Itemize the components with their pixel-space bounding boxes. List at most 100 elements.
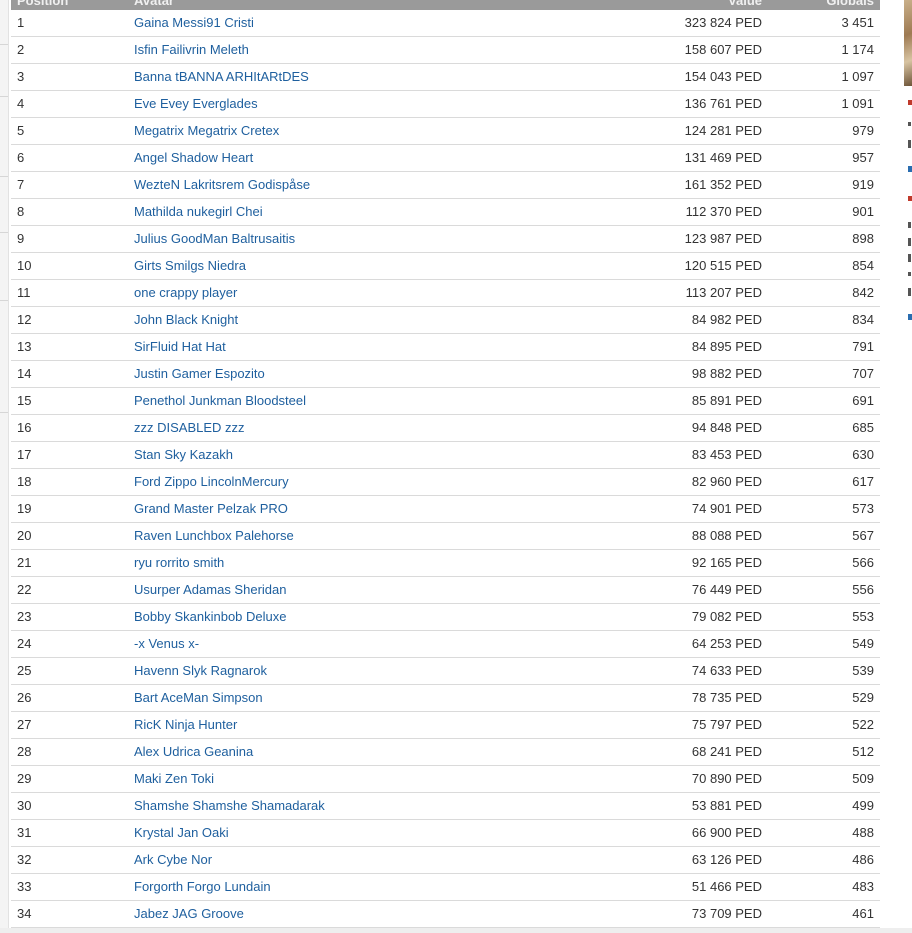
table-row: 27 RicK Ninja Hunter 75 797 PED 522 — [11, 712, 880, 739]
left-divider — [0, 300, 8, 301]
avatar-link[interactable]: Maki Zen Toki — [134, 771, 214, 786]
avatar-link[interactable]: Krystal Jan Oaki — [134, 825, 229, 840]
avatar-link[interactable]: Grand Master Pelzak PRO — [134, 501, 288, 516]
avatar-link[interactable]: Shamshe Shamshe Shamadarak — [134, 798, 325, 813]
table-row: 14 Justin Gamer Espozito 98 882 PED 707 — [11, 361, 880, 388]
avatar-link[interactable]: Justin Gamer Espozito — [134, 366, 265, 381]
header-value[interactable]: Value — [728, 0, 762, 8]
avatar-link[interactable]: Forgorth Forgo Lundain — [134, 879, 271, 894]
value-cell: 88 088 PED — [691, 528, 762, 543]
value-cell: 113 207 PED — [685, 285, 762, 300]
avatar-link[interactable]: ryu rorrito smith — [134, 555, 224, 570]
table-row: 26 Bart AceMan Simpson 78 735 PED 529 — [11, 685, 880, 712]
table-row: 13 SirFluid Hat Hat 84 895 PED 791 — [11, 334, 880, 361]
header-avatar[interactable]: Avatar — [134, 0, 174, 8]
avatar-link[interactable]: Julius GoodMan Baltrusaitis — [134, 231, 295, 246]
avatar-link[interactable]: Girts Smilgs Niedra — [134, 258, 246, 273]
globals-cell: 898 — [852, 231, 874, 246]
sidebar-link-fragment[interactable] — [908, 166, 912, 172]
avatar-link[interactable]: Raven Lunchbox Palehorse — [134, 528, 294, 543]
table-row: 18 Ford Zippo LincolnMercury 82 960 PED 617 — [11, 469, 880, 496]
value-cell: 63 126 PED — [691, 852, 762, 867]
position-cell: 6 — [17, 150, 25, 165]
avatar-link[interactable]: SirFluid Hat Hat — [134, 339, 226, 354]
header-globals[interactable]: Globals — [826, 0, 874, 8]
position-cell: 8 — [17, 204, 25, 219]
avatar-link[interactable]: Bobby Skankinbob Deluxe — [134, 609, 287, 624]
sidebar-link-fragment[interactable] — [908, 314, 912, 320]
avatar-link[interactable]: Banna tBANNA ARHItARtDES — [134, 69, 309, 84]
globals-cell: 461 — [852, 906, 874, 921]
value-cell: 158 607 PED — [684, 42, 762, 57]
table-row: 15 Penethol Junkman Bloodsteel 85 891 PED 6… — [11, 388, 880, 415]
table-row: 21 ryu rorrito smith 92 165 PED 566 — [11, 550, 880, 577]
avatar-link[interactable]: one crappy player — [134, 285, 237, 300]
avatar-link[interactable]: Usurper Adamas Sheridan — [134, 582, 286, 597]
table-row: 25 Havenn Slyk Ragnarok 74 633 PED 539 — [11, 658, 880, 685]
avatar-link[interactable]: Ark Cybe Nor — [134, 852, 212, 867]
table-row: 11 one crappy player 113 207 PED 842 — [11, 280, 880, 307]
avatar-link[interactable]: Angel Shadow Heart — [134, 150, 253, 165]
avatar-link[interactable]: zzz DISABLED zzz — [134, 420, 245, 435]
position-cell: 15 — [17, 393, 32, 408]
avatar-link[interactable]: Eve Evey Everglades — [134, 96, 258, 111]
avatar-link[interactable]: Bart AceMan Simpson — [134, 690, 263, 705]
table-row: 33 Forgorth Forgo Lundain 51 466 PED 483 — [11, 874, 880, 901]
avatar-link[interactable]: Jabez JAG Groove — [134, 906, 244, 921]
globals-cell: 617 — [852, 474, 874, 489]
sidebar-thumbnail[interactable] — [904, 0, 912, 86]
table-row: 12 John Black Knight 84 982 PED 834 — [11, 307, 880, 334]
right-sidebar — [902, 0, 912, 933]
value-cell: 74 901 PED — [691, 501, 762, 516]
value-cell: 154 043 PED — [684, 69, 762, 84]
position-cell: 33 — [17, 879, 32, 894]
value-cell: 79 082 PED — [691, 609, 762, 624]
globals-cell: 1 174 — [841, 42, 874, 57]
table-row: 1 Gaina Messi91 Cristi 323 824 PED 3 451 — [11, 10, 880, 37]
position-cell: 29 — [17, 771, 32, 786]
avatar-link[interactable]: Gaina Messi91 Cristi — [134, 15, 254, 30]
avatar-link[interactable]: Havenn Slyk Ragnarok — [134, 663, 267, 678]
header-position[interactable]: Position — [17, 0, 68, 8]
position-cell: 17 — [17, 447, 32, 462]
position-cell: 4 — [17, 96, 25, 111]
left-divider — [0, 176, 8, 177]
value-cell: 323 824 PED — [684, 15, 762, 30]
left-divider — [0, 412, 8, 413]
avatar-link[interactable]: Isfin Failivrin Meleth — [134, 42, 249, 57]
value-cell: 120 515 PED — [684, 258, 762, 273]
value-cell: 84 895 PED — [691, 339, 762, 354]
position-cell: 34 — [17, 906, 32, 921]
avatar-link[interactable]: John Black Knight — [134, 312, 238, 327]
avatar-link[interactable]: RicK Ninja Hunter — [134, 717, 237, 732]
table-body: 1 Gaina Messi91 Cristi 323 824 PED 3 451 2 Is… — [11, 10, 880, 928]
value-cell: 161 352 PED — [684, 177, 762, 192]
globals-cell: 685 — [852, 420, 874, 435]
table-row: 19 Grand Master Pelzak PRO 74 901 PED 573 — [11, 496, 880, 523]
value-cell: 74 633 PED — [691, 663, 762, 678]
table-row: 22 Usurper Adamas Sheridan 76 449 PED 556 — [11, 577, 880, 604]
value-cell: 94 848 PED — [691, 420, 762, 435]
globals-cell: 854 — [852, 258, 874, 273]
table-row: 8 Mathilda nukegirl Chei 112 370 PED 901 — [11, 199, 880, 226]
table-header: Position Avatar Value Globals — [11, 0, 880, 10]
position-cell: 18 — [17, 474, 32, 489]
table-row: 30 Shamshe Shamshe Shamadarak 53 881 PED 49… — [11, 793, 880, 820]
avatar-link[interactable]: WezteN Lakritsrem Godispåse — [134, 177, 310, 192]
avatar-link[interactable]: Stan Sky Kazakh — [134, 447, 233, 462]
avatar-link[interactable]: -x Venus x- — [134, 636, 199, 651]
avatar-link[interactable]: Alex Udrica Geanina — [134, 744, 253, 759]
left-divider — [0, 44, 8, 45]
globals-cell: 553 — [852, 609, 874, 624]
position-cell: 5 — [17, 123, 25, 138]
position-cell: 1 — [17, 15, 25, 30]
globals-cell: 1 091 — [841, 96, 874, 111]
position-cell: 14 — [17, 366, 32, 381]
sidebar-text-fragment — [908, 272, 911, 276]
avatar-link[interactable]: Ford Zippo LincolnMercury — [134, 474, 289, 489]
avatar-link[interactable]: Penethol Junkman Bloodsteel — [134, 393, 306, 408]
position-cell: 12 — [17, 312, 32, 327]
avatar-link[interactable]: Mathilda nukegirl Chei — [134, 204, 263, 219]
globals-cell: 556 — [852, 582, 874, 597]
avatar-link[interactable]: Megatrix Megatrix Cretex — [134, 123, 279, 138]
